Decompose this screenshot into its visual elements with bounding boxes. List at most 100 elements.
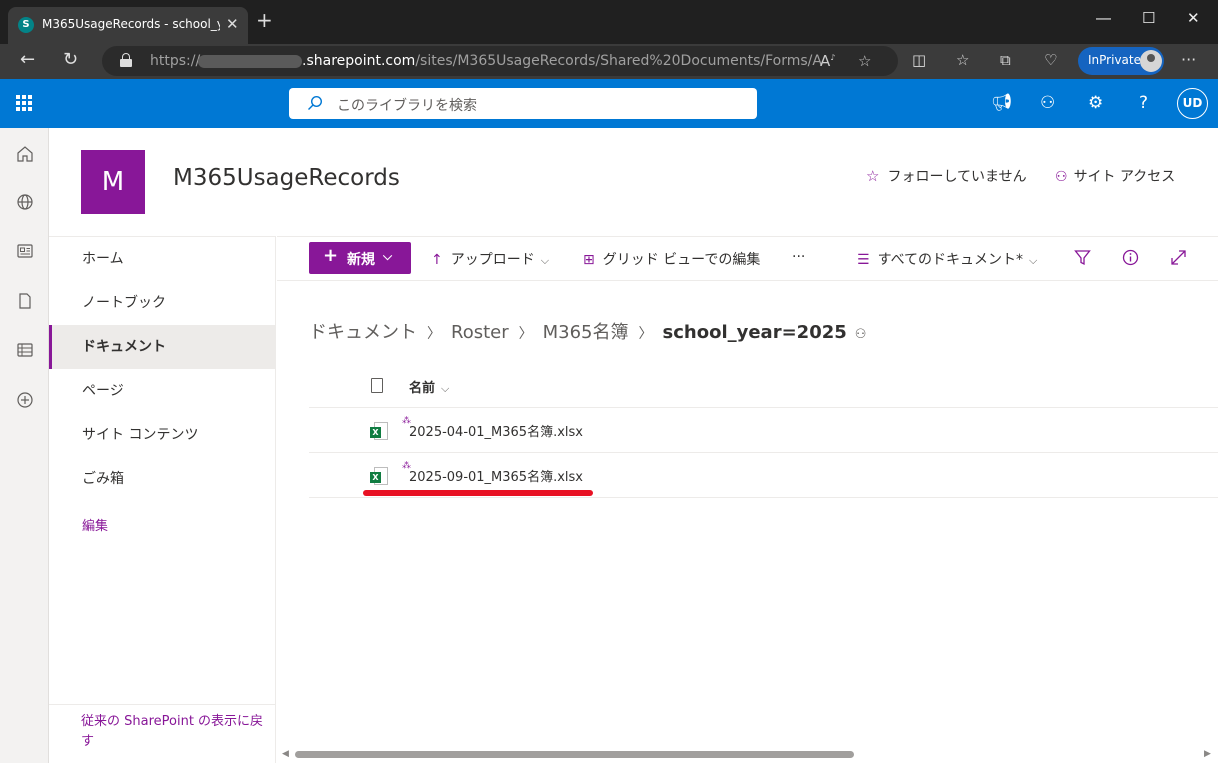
nav-item-site-contents[interactable]: サイト コンテンツ (49, 413, 276, 457)
search-input[interactable]: このライブラリを検索 (337, 95, 477, 115)
site-logo[interactable]: M (81, 150, 145, 214)
column-header-name[interactable]: 名前 ⌵ (409, 377, 449, 396)
chevron-down-icon: ⌵ (1029, 254, 1038, 267)
upload-button[interactable]: ↑ アップロード ⌵ (431, 249, 549, 269)
browser-essentials-icon[interactable]: ♡ (1044, 52, 1057, 68)
view-lines-icon: ☰ (857, 252, 870, 268)
lock-icon (120, 53, 132, 67)
help-icon[interactable]: ? (1139, 94, 1148, 112)
plus-icon: + (323, 245, 339, 266)
url-text: .sharepoint.com/sites/M365UsageRecords/S… (302, 53, 822, 69)
read-aloud-icon[interactable]: A♪ (820, 52, 835, 70)
nav-item-recycle-bin[interactable]: ごみ箱 (49, 457, 276, 501)
scroll-left-icon[interactable]: ◀ (282, 749, 289, 759)
horizontal-scrollbar[interactable]: ◀ ▶ (282, 747, 1218, 761)
browser-titlebar: S M365UsageRecords - school_year=2025 ✕ … (0, 0, 1218, 44)
refresh-icon[interactable]: ↻ (63, 50, 78, 70)
excel-icon: X (370, 422, 388, 440)
file-type-column-icon[interactable] (371, 378, 383, 393)
new-tab-icon[interactable]: + (256, 10, 273, 30)
star-icon: ☆ (866, 167, 880, 185)
tab-close-icon[interactable]: ✕ (226, 15, 239, 33)
favorite-star-icon[interactable]: ☆ (858, 52, 871, 70)
filter-icon[interactable] (1074, 249, 1091, 266)
table-row[interactable]: X ⁂ 2025-04-01_M365名簿.xlsx (309, 408, 1218, 453)
back-icon[interactable]: ← (20, 50, 35, 70)
expand-icon[interactable] (1170, 249, 1187, 266)
maximize-icon[interactable]: ☐ (1142, 11, 1155, 26)
new-button[interactable]: + 新規 ⌵ (309, 242, 411, 274)
nav-item-documents[interactable]: ドキュメント (49, 325, 276, 369)
sharepoint-favicon-icon: S (18, 17, 34, 33)
tab-title: M365UsageRecords - school_year=2025 (42, 17, 220, 31)
grid-edit-button[interactable]: ⊞ グリッド ビューでの編集 (583, 249, 760, 269)
user-avatar[interactable]: UD (1177, 88, 1208, 119)
info-icon[interactable] (1122, 249, 1139, 266)
classic-view-link[interactable]: 従来の SharePoint の表示に戻す (81, 712, 266, 752)
nav-item-notebook[interactable]: ノートブック (49, 281, 276, 325)
left-navigation: ホーム ノートブック ドキュメント ページ サイト コンテンツ ごみ箱 編集 従… (49, 236, 276, 763)
news-icon[interactable] (16, 242, 34, 260)
follow-button[interactable]: ☆ フォローしていません (866, 166, 1027, 186)
settings-gear-icon[interactable]: ⚙ (1088, 94, 1103, 112)
site-access-label: サイト アクセス (1073, 169, 1176, 185)
more-commands-button[interactable]: ··· (792, 249, 805, 265)
command-bar: + 新規 ⌵ ↑ アップロード ⌵ ⊞ グリッド ビューでの編集 ··· ☰ すべてのド… (277, 236, 1218, 281)
follow-label: フォローしていません (887, 169, 1027, 185)
profile-avatar-icon (1140, 50, 1162, 72)
search-box[interactable]: このライブラリを検索 (289, 88, 757, 119)
upload-arrow-icon: ↑ (431, 252, 443, 268)
url-path: /sites/M365UsageRecords/Shared%20Documen… (415, 53, 822, 69)
minimize-icon[interactable]: ― (1096, 11, 1111, 26)
globe-icon[interactable] (16, 193, 34, 211)
megaphone-icon[interactable]: 📢︎ (991, 94, 1013, 112)
breadcrumb-item-m365-roster[interactable]: M365名簿 (543, 322, 629, 343)
create-plus-icon[interactable] (16, 391, 34, 409)
browser-toolbar: ← ↻ https:// .sharepoint.com/sites/M365U… (0, 44, 1218, 79)
inprivate-label: InPrivate (1088, 53, 1141, 67)
nav-edit-link[interactable]: 編集 (82, 515, 108, 534)
site-access-button[interactable]: ⚇ サイト アクセス (1055, 166, 1175, 186)
url-redacted (198, 55, 302, 68)
list-header: 名前 ⌵ (309, 365, 1218, 408)
chevron-right-icon: 〉 (518, 326, 533, 342)
inprivate-button[interactable]: InPrivate (1078, 47, 1164, 75)
breadcrumb: ドキュメント〉 Roster 〉 M365名簿〉 school_year=2025 ⚇ (309, 318, 866, 344)
window-close-icon[interactable]: ✕ (1187, 11, 1200, 26)
favorites-icon[interactable]: ☆ (956, 52, 969, 68)
chevron-down-icon: ⌵ (383, 249, 393, 263)
split-screen-icon[interactable]: ◫ (912, 52, 926, 68)
home-icon[interactable] (16, 145, 34, 163)
browser-tab[interactable]: S M365UsageRecords - school_year=2025 ✕ (8, 7, 248, 44)
people-settings-icon: ⚇ (1055, 169, 1068, 185)
shared-people-icon[interactable]: ⚇ (855, 327, 867, 342)
breadcrumb-item-roster[interactable]: Roster (451, 322, 509, 343)
nav-item-home[interactable]: ホーム (49, 237, 276, 281)
chevron-right-icon: 〉 (638, 326, 653, 342)
upload-label: アップロード (450, 252, 535, 268)
chevron-right-icon: 〉 (427, 326, 441, 342)
document-icon[interactable] (16, 292, 34, 310)
lists-icon[interactable] (16, 341, 34, 359)
scrollbar-thumb[interactable] (295, 751, 854, 758)
app-launcher-icon[interactable] (16, 95, 32, 111)
settings-more-icon[interactable]: ··· (1181, 52, 1196, 68)
chevron-down-icon: ⌵ (441, 382, 450, 395)
app-sharing-icon[interactable]: ⚇ (1040, 94, 1055, 112)
app-bar (0, 128, 49, 763)
address-bar[interactable]: https:// .sharepoint.com/sites/M365Usage… (102, 46, 898, 76)
breadcrumb-item-documents[interactable]: ドキュメント (309, 322, 417, 343)
view-selector[interactable]: ☰ すべてのドキュメント* ⌵ (857, 249, 1037, 269)
url-domain: .sharepoint.com (302, 53, 416, 69)
nav-item-pages[interactable]: ページ (49, 369, 276, 413)
annotation-underline (363, 490, 593, 496)
site-title[interactable]: M365UsageRecords (173, 165, 400, 191)
scroll-right-icon[interactable]: ▶ (1204, 749, 1211, 759)
breadcrumb-current: school_year=2025 (662, 322, 847, 343)
collections-icon[interactable]: ⧉ (1000, 52, 1011, 68)
view-label: すべてのドキュメント* (877, 252, 1024, 268)
file-name-link[interactable]: 2025-04-01_M365名簿.xlsx (409, 421, 583, 440)
chevron-down-icon: ⌵ (540, 254, 550, 267)
file-name-link[interactable]: 2025-09-01_M365名簿.xlsx (409, 466, 583, 485)
grid-icon: ⊞ (583, 252, 595, 268)
